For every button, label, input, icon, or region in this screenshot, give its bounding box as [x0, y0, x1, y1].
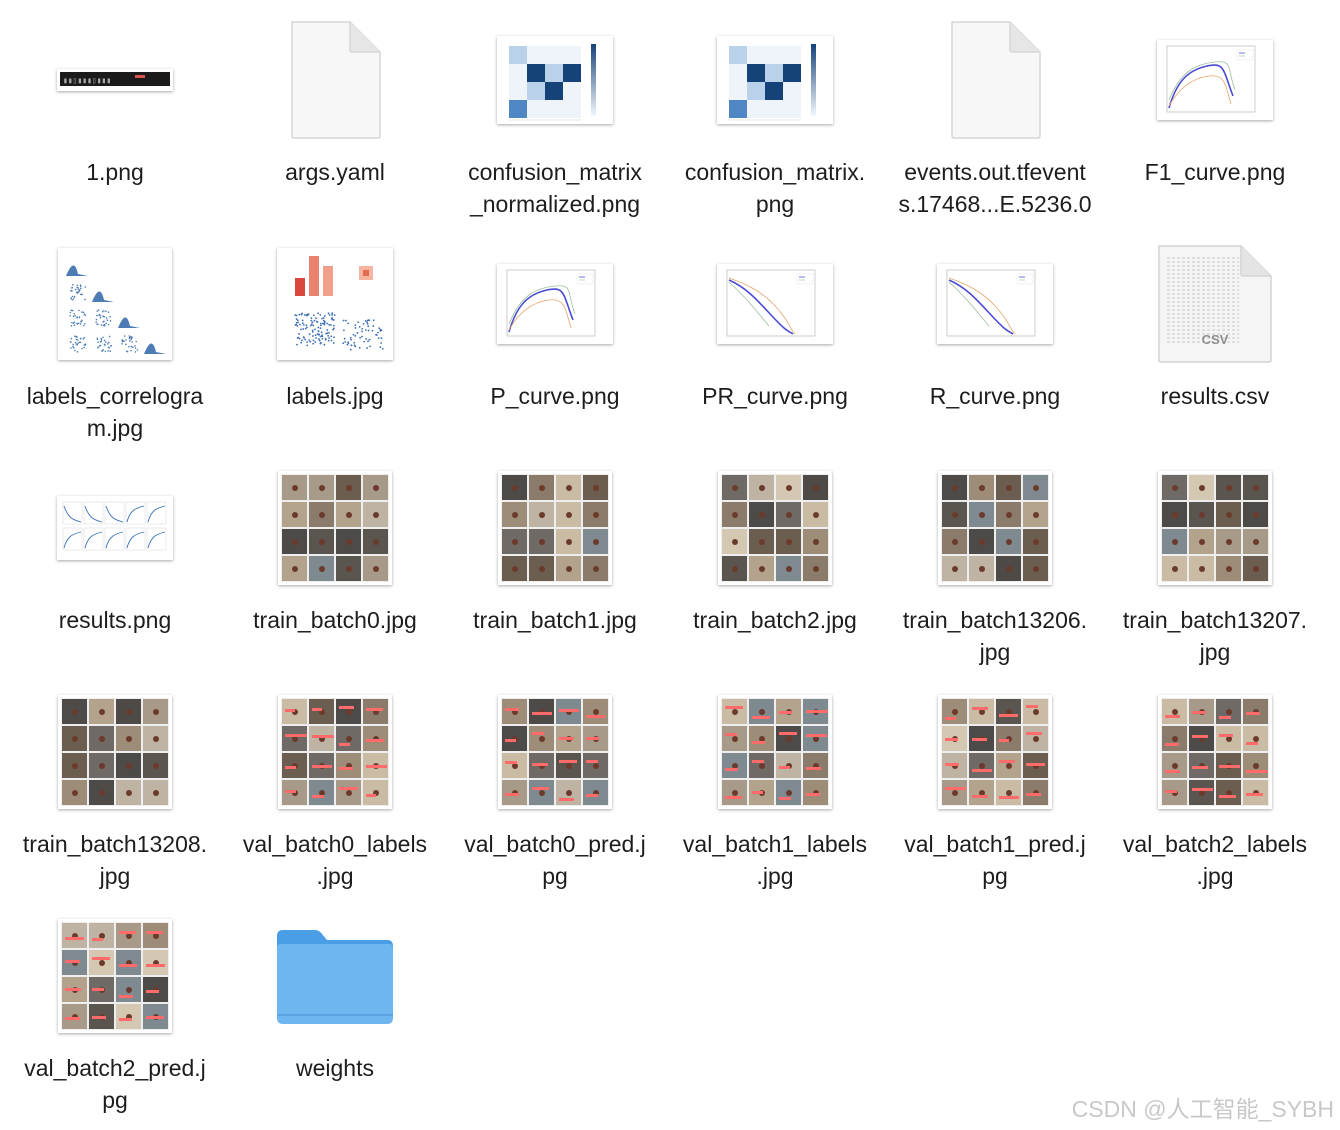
curve-plot-thumbnail-icon [495, 244, 615, 364]
file-name-label: weights [296, 1055, 374, 1081]
document-icon [935, 20, 1055, 140]
file-name-label: results.csv [1160, 383, 1270, 409]
svg-text:CSV: CSV [1202, 332, 1229, 347]
file-name-label: val_batch1_labels .jpg [682, 831, 868, 889]
results-plot-thumbnail-icon [55, 468, 175, 588]
file-name-label: train_batch2.jpg [693, 607, 857, 633]
file-item[interactable]: R_curve.png [885, 234, 1105, 458]
image-mosaic-thumbnail-icon [715, 692, 835, 812]
image-mosaic-thumbnail-icon [1155, 692, 1275, 812]
file-name-label: val_batch0_labels .jpg [242, 831, 428, 889]
confusion-matrix-thumbnail-icon [715, 20, 835, 140]
file-item[interactable]: val_batch0_pred.j pg [445, 682, 665, 906]
file-item[interactable]: events.out.tfevent s.17468...E.5236.0 [885, 10, 1105, 234]
file-item[interactable]: val_batch2_pred.j pg [5, 906, 225, 1130]
file-item[interactable]: val_batch0_labels .jpg [225, 682, 445, 906]
file-name-label: val_batch2_labels .jpg [1122, 831, 1308, 889]
file-item[interactable]: train_batch2.jpg [665, 458, 885, 682]
file-item[interactable]: labels_correlogra m.jpg [5, 234, 225, 458]
curve-plot-thumbnail-icon [715, 244, 835, 364]
labels-plot-thumbnail-icon [275, 244, 395, 364]
file-name-label: val_batch2_pred.j pg [24, 1055, 206, 1113]
file-item[interactable]: results.png [5, 458, 225, 682]
file-item[interactable]: PR_curve.png [665, 234, 885, 458]
file-name-label: args.yaml [285, 159, 385, 185]
file-name-label: train_batch13206. jpg [902, 607, 1088, 665]
file-item[interactable]: ▮▮▯▮▮▮▯▮▮▮ 1.png [5, 10, 225, 234]
document-icon [275, 20, 395, 140]
image-mosaic-thumbnail-icon [1155, 468, 1275, 588]
image-mosaic-thumbnail-icon [495, 692, 615, 812]
file-name-label: R_curve.png [929, 383, 1061, 409]
file-item[interactable]: F1_curve.png [1105, 10, 1325, 234]
csv-document-icon: CSV [1155, 244, 1275, 364]
image-mosaic-thumbnail-icon [935, 468, 1055, 588]
file-name-label: train_batch13208. jpg [22, 831, 208, 889]
file-name-label: PR_curve.png [702, 383, 848, 409]
file-item[interactable]: labels.jpg [225, 234, 445, 458]
image-mosaic-thumbnail-icon [935, 692, 1055, 812]
file-item[interactable]: confusion_matrix _normalized.png [445, 10, 665, 234]
file-item[interactable]: val_batch2_labels .jpg [1105, 682, 1325, 906]
image-mosaic-thumbnail-icon [275, 692, 395, 812]
file-name-label: events.out.tfevent s.17468...E.5236.0 [898, 159, 1092, 217]
file-item[interactable]: val_batch1_labels .jpg [665, 682, 885, 906]
image-mosaic-thumbnail-icon [495, 468, 615, 588]
correlogram-thumbnail-icon [55, 244, 175, 364]
curve-plot-thumbnail-icon [1155, 20, 1275, 140]
file-name-label: val_batch0_pred.j pg [464, 831, 646, 889]
file-name-label: P_curve.png [490, 383, 620, 409]
curve-plot-thumbnail-icon [935, 244, 1055, 364]
file-item[interactable]: train_batch0.jpg [225, 458, 445, 682]
file-item[interactable]: weights [225, 906, 445, 1130]
file-name-label: confusion_matrix _normalized.png [468, 159, 642, 217]
file-name-label: results.png [58, 607, 172, 633]
image-mosaic-thumbnail-icon [275, 468, 395, 588]
file-item[interactable]: args.yaml [225, 10, 445, 234]
image-mosaic-thumbnail-icon [715, 468, 835, 588]
file-item[interactable]: train_batch13206. jpg [885, 458, 1105, 682]
file-name-label: 1.png [86, 159, 144, 185]
folder-icon [275, 916, 395, 1036]
image-mosaic-thumbnail-icon [55, 692, 175, 812]
confusion-matrix-thumbnail-icon [495, 20, 615, 140]
file-name-label: val_batch1_pred.j pg [904, 831, 1086, 889]
watermark: CSDN @人工智能_SYBH [1071, 1096, 1334, 1122]
file-item[interactable]: train_batch13207. jpg [1105, 458, 1325, 682]
file-item[interactable]: train_batch13208. jpg [5, 682, 225, 906]
png-thumbnail-icon: ▮▮▯▮▮▮▯▮▮▮ [55, 20, 175, 140]
file-name-label: confusion_matrix. png [684, 159, 866, 217]
file-item[interactable]: confusion_matrix. png [665, 10, 885, 234]
file-name-label: F1_curve.png [1144, 159, 1286, 185]
file-name-label: labels_correlogra m.jpg [26, 383, 204, 441]
file-name-label: labels.jpg [286, 383, 384, 409]
svg-text:▮▮▯▮▮▮▯▮▮▮: ▮▮▯▮▮▮▯▮▮▮ [63, 77, 111, 86]
file-item[interactable]: val_batch1_pred.j pg [885, 682, 1105, 906]
file-item[interactable]: train_batch1.jpg [445, 458, 665, 682]
file-item[interactable]: CSV results.csv [1105, 234, 1325, 458]
file-name-label: train_batch0.jpg [253, 607, 417, 633]
file-item[interactable]: P_curve.png [445, 234, 665, 458]
file-name-label: train_batch1.jpg [473, 607, 637, 633]
image-mosaic-thumbnail-icon [55, 916, 175, 1036]
file-name-label: train_batch13207. jpg [1122, 607, 1308, 665]
